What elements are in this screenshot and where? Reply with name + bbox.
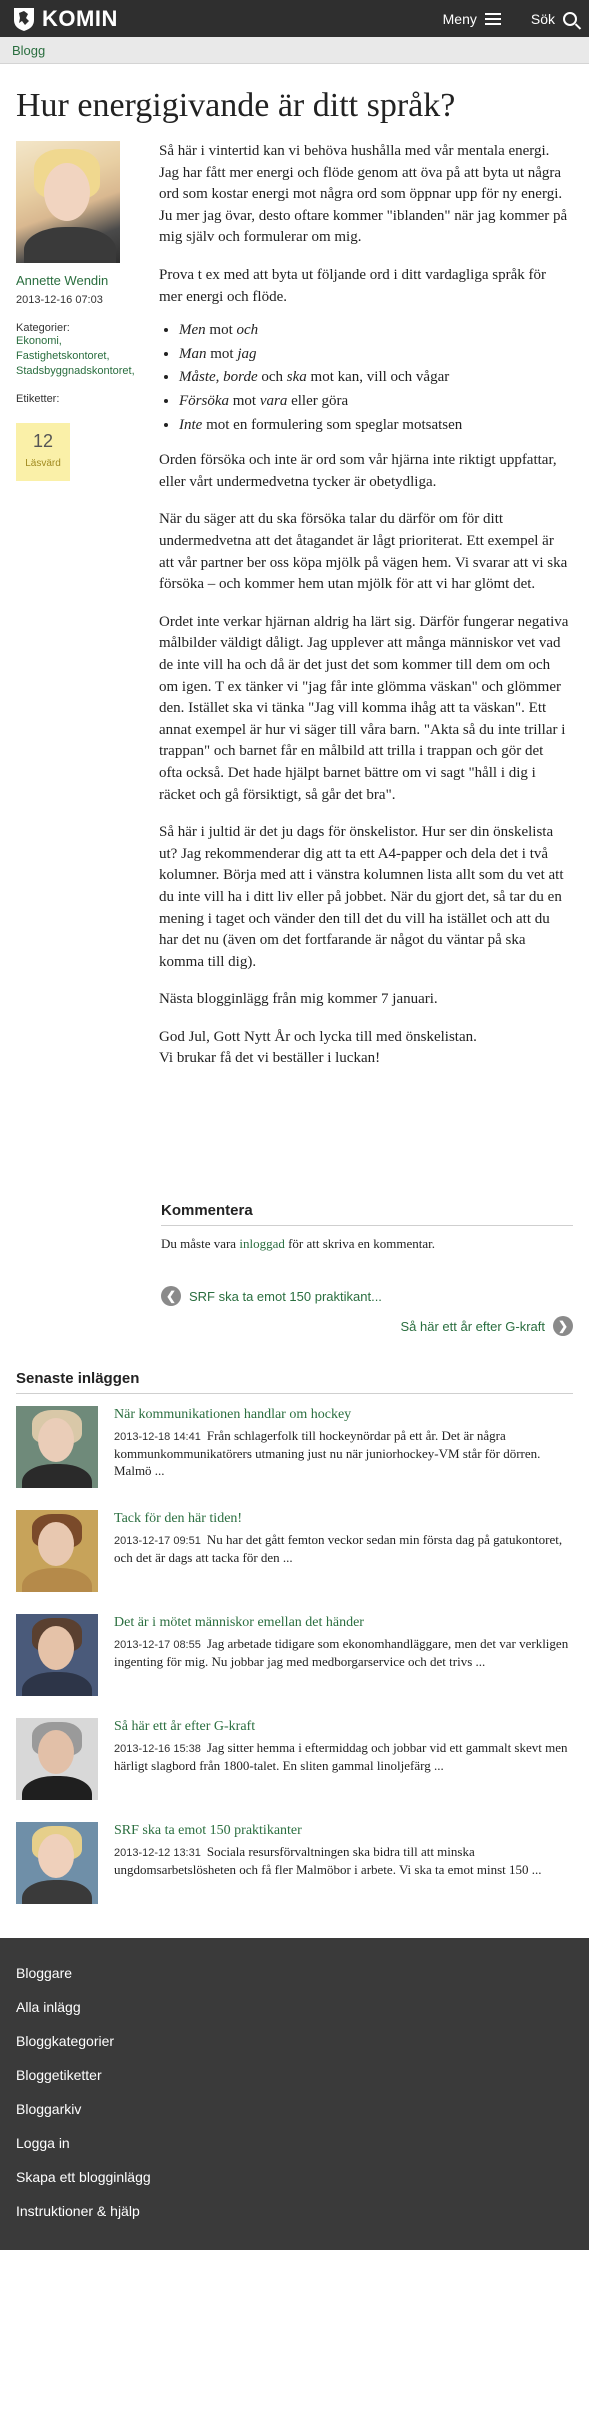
list-item: Men mot och (179, 320, 569, 342)
footer-link-instruktioner[interactable]: Instruktioner & hjälp (16, 2194, 573, 2228)
comment-section: Kommentera Du måste vara inloggad för at… (161, 1202, 573, 1252)
paragraph: Så här i jultid är det ju dags för önske… (159, 824, 564, 970)
list-item: Man mot jag (179, 344, 569, 366)
latest-post-date: 2013-12-17 09:51 (114, 1534, 201, 1547)
tags-label: Etiketter: (16, 392, 60, 405)
latest-posts-heading: Senaste inläggen (16, 1370, 573, 1395)
comment-heading: Kommentera (161, 1202, 573, 1227)
list-item: Det är i mötet människor emellan det hän… (16, 1614, 573, 1697)
category-link-stadsbyggnadskontoret[interactable]: Stadsbyggnadskontoret, (16, 364, 159, 379)
malmo-griffin-icon (14, 7, 34, 31)
latest-posts: Senaste inläggen När kommunikationen han… (0, 1336, 589, 1905)
login-link[interactable]: inloggad (239, 1236, 285, 1251)
previous-post-label: SRF ska ta emot 150 praktikant... (189, 1288, 382, 1304)
latest-post-title-link[interactable]: Det är i mötet människor emellan det hän… (114, 1614, 573, 1633)
categories-label: Kategorier: (16, 322, 70, 335)
comment-login-note: Du måste vara inloggad för att skriva en… (161, 1236, 436, 1252)
hamburger-icon (484, 12, 501, 25)
paragraph: Prova t ex med att byta ut följande ord … (159, 267, 546, 305)
paragraph: När du säger att du ska försöka talar du… (159, 511, 568, 593)
search-icon (563, 11, 577, 26)
post-thumbnail[interactable] (16, 1510, 98, 1593)
latest-post-date: 2013-12-18 14:41 (114, 1430, 201, 1443)
breadcrumb-blogg[interactable]: Blogg (12, 43, 45, 58)
post-thumbnail[interactable] (16, 1718, 98, 1801)
footer-link-bloggare[interactable]: Bloggare (16, 1956, 573, 1990)
breadcrumb: Blogg (0, 37, 589, 64)
footer-link-skapa-blogginlagg[interactable]: Skapa ett blogginlägg (16, 2160, 573, 2194)
footer-link-alla-inlagg[interactable]: Alla inlägg (16, 1990, 573, 2024)
list-item: Inte mot en formulering som speglar mots… (179, 415, 569, 437)
next-post-label: Så här ett år efter G-kraft (400, 1318, 546, 1334)
paragraph: Orden försöka och inte är ord som vår hj… (159, 452, 557, 490)
latest-post-title-link[interactable]: SRF ska ta emot 150 praktikanter (114, 1822, 573, 1841)
post-thumbnail[interactable] (16, 1822, 98, 1905)
paragraph: Så här i vintertid kan vi behöva hushåll… (159, 143, 568, 246)
signoff-line: Vi brukar få det vi beställer i luckan! (159, 1050, 381, 1067)
top-bar: KOMIN Meny Sök (0, 0, 589, 37)
footer-link-bloggkategorier[interactable]: Bloggkategorier (16, 2024, 573, 2058)
author-name-link[interactable]: Annette Wendin (16, 273, 159, 288)
arrow-right-icon: ❯ (553, 1316, 573, 1337)
menu-label: Meny (442, 10, 477, 27)
latest-post-date: 2013-12-12 13:31 (114, 1846, 201, 1859)
read-worthy-badge[interactable]: 12 Läsvärd (16, 422, 70, 481)
menu-button[interactable]: Meny (443, 11, 501, 27)
search-button[interactable]: Sök (531, 11, 577, 27)
author-avatar[interactable] (16, 141, 120, 264)
post-thumbnail[interactable] (16, 1614, 98, 1697)
footer-link-logga-in[interactable]: Logga in (16, 2126, 573, 2160)
post-thumbnail[interactable] (16, 1406, 98, 1489)
paragraph: Nästa blogginlägg från mig kommer 7 janu… (159, 991, 438, 1008)
read-worthy-label: Läsvärd (25, 457, 61, 469)
list-item: Måste, borde och ska mot kan, vill och v… (179, 367, 569, 389)
list-item: Försöka mot vara eller göra (179, 391, 569, 413)
search-label: Sök (530, 10, 555, 27)
post-title: Hur energigivande är ditt språk? (16, 87, 456, 124)
category-link-ekonomi[interactable]: Ekonomi, (16, 334, 159, 349)
footer-nav: Bloggare Alla inlägg Bloggkategorier Blo… (0, 1938, 589, 2251)
post-body: Så här i vintertid kan vi behöva hushåll… (159, 141, 573, 1070)
list-item: Tack för den här tiden! 2013-12-17 09:51… (16, 1510, 573, 1593)
post-pager: ❮ SRF ska ta emot 150 praktikant... Så h… (161, 1286, 573, 1337)
list-item: SRF ska ta emot 150 praktikanter 2013-12… (16, 1822, 573, 1905)
paragraph: Ordet inte verkar hjärnan aldrig ha lärt… (159, 613, 569, 803)
latest-post-title-link[interactable]: När kommunikationen handlar om hockey (114, 1406, 573, 1425)
logo-text: KOMIN (42, 5, 118, 31)
latest-post-date: 2013-12-17 08:55 (114, 1638, 201, 1651)
arrow-left-icon: ❮ (161, 1286, 181, 1307)
logo[interactable]: KOMIN (12, 6, 118, 32)
previous-post-link[interactable]: ❮ SRF ska ta emot 150 praktikant... (161, 1286, 573, 1307)
post-date: 2013-12-16 07:03 (16, 294, 103, 307)
read-worthy-count: 12 (32, 430, 54, 451)
category-link-fastighetskontoret[interactable]: Fastighetskontoret, (16, 349, 159, 364)
author-sidebar: Annette Wendin 2013-12-16 07:03 Kategori… (16, 141, 159, 1070)
next-post-link[interactable]: Så här ett år efter G-kraft ❯ (161, 1316, 573, 1337)
list-item: När kommunikationen handlar om hockey 20… (16, 1406, 573, 1489)
footer-link-bloggarkiv[interactable]: Bloggarkiv (16, 2092, 573, 2126)
latest-post-title-link[interactable]: Tack för den här tiden! (114, 1510, 573, 1529)
latest-post-title-link[interactable]: Så här ett år efter G-kraft (114, 1718, 573, 1737)
footer-link-bloggetiketter[interactable]: Bloggetiketter (16, 2058, 573, 2092)
signoff-line: God Jul, Gott Nytt År och lycka till med… (159, 1028, 477, 1045)
word-swap-list: Men mot och Man mot jag Måste, borde och… (179, 320, 569, 436)
latest-post-date: 2013-12-16 15:38 (114, 1742, 201, 1755)
list-item: Så här ett år efter G-kraft 2013-12-16 1… (16, 1718, 573, 1801)
